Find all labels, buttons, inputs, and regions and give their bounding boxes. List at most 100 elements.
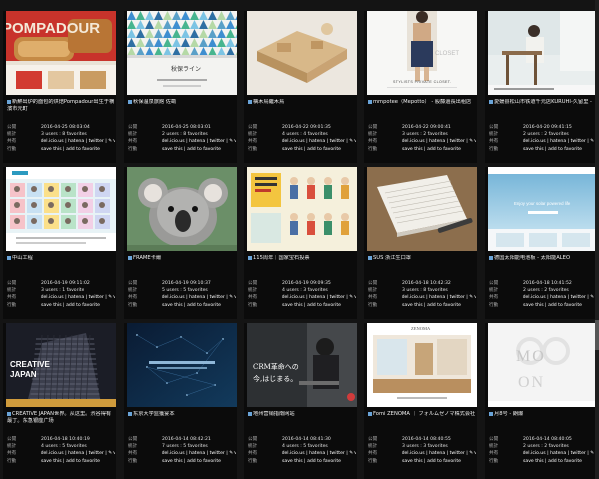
- save-favorite-links-label: 行動: [368, 146, 378, 152]
- site-title-link[interactable]: 月8号 - 朗爆: [489, 411, 597, 418]
- site-thumbnail[interactable]: CREATIVE JAPAN: [6, 323, 116, 407]
- site-thumbnail[interactable]: CRM革命への 今,はじまる。: [247, 323, 357, 407]
- site-title-link[interactable]: mmpotee（Mepotto） - 股藤還長出租店: [368, 99, 476, 106]
- site-thumbnail[interactable]: 秋保ライン: [127, 11, 237, 95]
- save-favorite-links[interactable]: save this | add to favorite: [41, 146, 100, 153]
- site-thumbnail[interactable]: ZENOMA: [367, 323, 477, 407]
- save-favorite-links[interactable]: save this | add to favorite: [41, 458, 100, 465]
- meta-stats-row: 統計 5 users : 5 favorites: [128, 287, 236, 294]
- site-thumbnail[interactable]: [488, 11, 598, 95]
- save-favorite-links[interactable]: save this | add to favorite: [402, 146, 461, 153]
- share-links[interactable]: del.icio.us | hatena | twitter | ✎↘: [282, 294, 356, 301]
- site-title[interactable]: 德国太阳能电池板 - 太阳能ALEO: [494, 255, 570, 261]
- share-links-label: 共有: [7, 295, 17, 301]
- save-favorite-links[interactable]: save this | add to favorite: [282, 146, 341, 153]
- save-favorite-links[interactable]: save this | add to favorite: [282, 458, 341, 465]
- save-favorite-links[interactable]: save this | add to favorite: [162, 458, 221, 465]
- site-thumbnail[interactable]: [6, 167, 116, 251]
- site-thumbnail[interactable]: CLOSET STYLISTS PRIVATE CLOSET.: [367, 11, 477, 95]
- meta-stats: 2 users : 2 favorites: [523, 288, 569, 294]
- scrollbar[interactable]: [595, 0, 599, 479]
- site-title[interactable]: 愛媛县松山市铁道千元店KURUHI-久留里 -: [494, 99, 592, 105]
- save-favorite-links-row: 行動 save this | add to favorite: [489, 458, 597, 465]
- site-title[interactable]: SUS 浙江生口罩: [373, 255, 411, 261]
- site-thumbnail[interactable]: [247, 11, 357, 95]
- share-links[interactable]: del.icio.us | hatena | twitter | ✎↘: [523, 138, 597, 145]
- save-favorite-links[interactable]: save this | add to favorite: [523, 458, 582, 465]
- share-links[interactable]: del.icio.us | hatena | twitter | ✎↘: [282, 450, 356, 457]
- meta-date: 2016-04-18 10:42:32: [402, 281, 451, 286]
- meta-stats: 5 users : 5 favorites: [162, 288, 208, 294]
- site-title[interactable]: 橫木鳥繼木鳥: [253, 99, 284, 105]
- meta-date-row: 公開 2016-04-22 09:01:35: [248, 124, 356, 131]
- site-title-link[interactable]: SUS 浙江生口罩: [368, 255, 476, 262]
- site-title[interactable]: 月8号 - 朗爆: [494, 411, 523, 417]
- save-favorite-links[interactable]: save this | add to favorite: [162, 302, 221, 309]
- save-favorite-links[interactable]: save this | add to favorite: [282, 302, 341, 309]
- bookmark-card: SUS 浙江生口罩公開 2016-04-18 10:42:32 統計 3 users …: [364, 167, 477, 319]
- share-links[interactable]: del.icio.us | hatena | twitter | ✎↘: [41, 294, 115, 301]
- site-title[interactable]: 新鮮出炉的面包的烘焙Pompadour出生于横濱市元町: [7, 99, 114, 112]
- site-title[interactable]: 地州营销指南网站: [253, 411, 295, 417]
- site-thumbnail[interactable]: POMPADOUR: [6, 11, 116, 95]
- save-favorite-links[interactable]: save this | add to favorite: [523, 302, 582, 309]
- site-title-link[interactable]: CREATIVE JAPAN世界。从这里。渋谷得有最丁。东急银座广场: [7, 411, 115, 424]
- svg-text:CLOSET: CLOSET: [435, 51, 459, 57]
- share-links[interactable]: del.icio.us | hatena | twitter | ✎↘: [523, 294, 597, 301]
- site-title-link[interactable]: 愛媛县松山市铁道千元店KURUHI-久留里 -: [489, 99, 597, 106]
- site-title-link[interactable]: 中山工程: [7, 255, 115, 262]
- site-title[interactable]: 东京大学监獲宴本: [133, 411, 175, 417]
- site-thumbnail[interactable]: Enjoy your solar powered life: [488, 167, 598, 251]
- share-links[interactable]: del.icio.us | hatena | twitter | ✎↘: [523, 450, 597, 457]
- save-favorite-links[interactable]: save this | add to favorite: [402, 458, 461, 465]
- share-links[interactable]: del.icio.us | hatena | twitter | ✎↘: [162, 450, 236, 457]
- site-title-link[interactable]: 东京大学监獲宴本: [128, 411, 236, 418]
- site-title-link[interactable]: 115周年｜国家宝石投票: [248, 255, 356, 262]
- site-title-link[interactable]: 秋保温泉旅館 佐勘: [128, 99, 236, 106]
- meta-date-label: 公開: [248, 281, 258, 286]
- site-title[interactable]: CREATIVE JAPAN世界。从这里。渋谷得有最丁。东急银座广场: [7, 411, 111, 424]
- site-title[interactable]: 中山工程: [12, 255, 33, 261]
- site-title-link[interactable]: FRAME卡爾: [128, 255, 236, 262]
- scrollbar-thumb[interactable]: [595, 320, 599, 350]
- site-thumbnail[interactable]: [367, 167, 477, 251]
- site-favicon-icon: [368, 255, 372, 260]
- share-links[interactable]: del.icio.us | hatena | twitter | ✎↘: [282, 138, 356, 145]
- meta-date-row: 公開 2016-04-14 08:40:55: [368, 436, 476, 443]
- site-title[interactable]: 115周年｜国家宝石投票: [253, 255, 310, 261]
- site-thumbnail[interactable]: [127, 323, 237, 407]
- site-title-link[interactable]: 新鮮出炉的面包的烘焙Pompadour出生于横濱市元町: [7, 99, 115, 112]
- share-links[interactable]: del.icio.us | hatena | twitter | ✎↘: [162, 138, 236, 145]
- site-title-link[interactable]: 德国太阳能电池板 - 太阳能ALEO: [489, 255, 597, 262]
- share-links[interactable]: del.icio.us | hatena | twitter | ✎↘: [402, 138, 476, 145]
- save-favorite-links[interactable]: save this | add to favorite: [162, 146, 221, 153]
- site-title-link[interactable]: Fomi ZENOMA ｜ フォルムゼノマ株式会社: [368, 411, 476, 418]
- save-favorite-links[interactable]: save this | add to favorite: [41, 302, 100, 309]
- share-links[interactable]: del.icio.us | hatena | twitter | ✎↘: [402, 294, 476, 301]
- site-title[interactable]: mmpotee（Mepotto） - 股藤還長出租店: [373, 99, 471, 105]
- site-thumbnail[interactable]: MO ON: [488, 323, 598, 407]
- save-favorite-links-label: 行動: [128, 302, 138, 308]
- share-links[interactable]: del.icio.us | hatena | twitter | ✎↘: [162, 294, 236, 301]
- bookmark-card: CLOSET STYLISTS PRIVATE CLOSET. mmpotee（Me…: [364, 11, 477, 163]
- share-links[interactable]: del.icio.us | hatena | twitter | ✎↘: [402, 450, 476, 457]
- meta-stats-label: 統計: [128, 288, 138, 294]
- meta-stats-label: 統計: [248, 444, 258, 450]
- site-thumbnail[interactable]: [247, 167, 357, 251]
- meta-stats-row: 統計 2 users : 2 favorites: [489, 287, 597, 294]
- site-title-link[interactable]: 地州营销指南网站: [248, 411, 356, 418]
- save-favorite-links[interactable]: save this | add to favorite: [402, 302, 461, 309]
- share-links[interactable]: del.icio.us | hatena | twitter | ✎↘: [41, 138, 115, 145]
- bookmark-meta: 公開 2016-04-18 10:42:32 統計 3 users : 8 favor…: [368, 280, 476, 309]
- save-favorite-links-row: 行動 save this | add to favorite: [7, 146, 115, 153]
- meta-stats-label: 統計: [7, 132, 17, 138]
- site-title[interactable]: Fomi ZENOMA ｜ フォルムゼノマ株式会社: [373, 411, 475, 417]
- save-favorite-links[interactable]: save this | add to favorite: [523, 146, 582, 153]
- site-thumbnail[interactable]: [127, 167, 237, 251]
- site-title-link[interactable]: 橫木鳥繼木鳥: [248, 99, 356, 106]
- share-links[interactable]: del.icio.us | hatena | twitter | ✎↘: [41, 450, 115, 457]
- site-title[interactable]: 秋保温泉旅館 佐勘: [133, 99, 176, 105]
- site-title[interactable]: FRAME卡爾: [133, 255, 161, 261]
- meta-date: 2016-04-22 09:00:41: [402, 125, 451, 130]
- save-favorite-links-label: 行動: [248, 458, 258, 464]
